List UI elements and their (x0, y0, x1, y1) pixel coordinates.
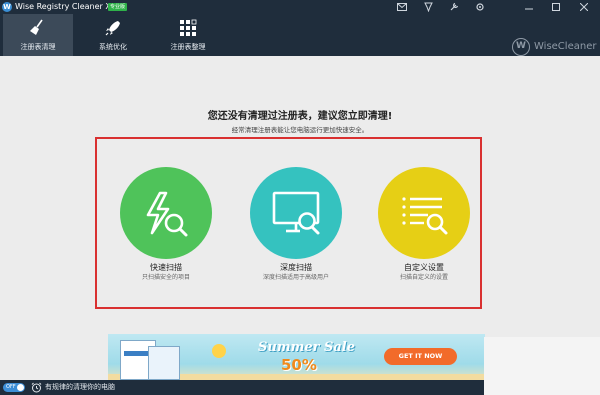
tab-label: 注册表清理 (20, 43, 56, 51)
quick-scan-button[interactable] (120, 167, 212, 259)
deep-scan-option[interactable]: 深度扫描 深度扫描适用于高级用户 (236, 167, 356, 297)
wisecleaner-logo: W (512, 38, 530, 56)
title-bar: W Wise Registry Cleaner X 专业版 (0, 0, 600, 14)
tab-registry-clean[interactable]: 注册表清理 (3, 14, 73, 56)
product-box-image (148, 346, 180, 380)
sun-icon (212, 344, 226, 358)
tab-registry-defrag[interactable]: 注册表整理 (153, 14, 223, 56)
page-subtitle: 经常清理注册表能让您电脑运行更加快速安全。 (231, 126, 369, 134)
tab-system-optimize[interactable]: 系统优化 (78, 14, 148, 56)
quick-scan-icon (146, 191, 188, 237)
skin-icon[interactable] (417, 0, 439, 14)
deep-scan-icon (272, 191, 320, 235)
page-title: 您还没有清理过注册表，建议您立即清理! (207, 111, 393, 122)
schedule-toggle[interactable]: OFF (3, 383, 25, 392)
minimize-icon[interactable] (518, 0, 540, 14)
custom-settings-title: 自定义设置 (404, 263, 444, 272)
alarm-clock-icon (31, 382, 42, 393)
edition-badge: 专业版 (108, 3, 128, 11)
banner-discount: 50% (281, 356, 317, 374)
custom-settings-desc: 扫描自定义的设置 (399, 274, 448, 281)
schedule-text: 有规律的清理你的电脑 (45, 383, 115, 391)
banner-sale-text: Summer Sale (258, 340, 356, 355)
quick-scan-option[interactable]: 快速扫描 只扫描安全的项目 (106, 167, 226, 297)
settings-icon[interactable] (469, 0, 491, 14)
get-it-now-button[interactable]: GET IT NOW (384, 348, 457, 365)
deep-scan-title: 深度扫描 (280, 263, 312, 272)
tab-label: 注册表整理 (170, 43, 206, 51)
tools-icon[interactable] (443, 0, 465, 14)
main-panel: 您还没有清理过注册表，建议您立即清理! 经常清理注册表能让您电脑运行更加快速安全… (0, 56, 600, 384)
maximize-icon[interactable] (545, 0, 567, 14)
quick-scan-title: 快速扫描 (150, 263, 182, 272)
broom-icon (30, 19, 43, 35)
mail-icon[interactable] (391, 0, 413, 14)
tab-label: 系统优化 (99, 43, 127, 51)
custom-settings-icon (402, 197, 448, 235)
quick-scan-desc: 只扫描安全的项目 (141, 274, 190, 281)
promo-banner[interactable]: Summer Sale 50% GET IT NOW (108, 334, 485, 384)
app-title: Wise Registry Cleaner X (15, 2, 111, 11)
brand-name: WiseCleaner (534, 41, 597, 52)
nav-bar: 注册表清理 系统优化 注册表整理 W WiseCleaner (0, 14, 600, 56)
deep-scan-desc: 深度扫描适用于高级用户 (262, 274, 329, 281)
rocket-icon (105, 21, 120, 36)
custom-settings-option[interactable]: 自定义设置 扫描自定义的设置 (364, 167, 484, 297)
close-icon[interactable] (573, 0, 595, 14)
blocks-icon (180, 19, 197, 36)
blank-overlay (484, 337, 600, 395)
custom-settings-button[interactable] (378, 167, 470, 259)
app-logo-icon: W (2, 2, 12, 12)
deep-scan-button[interactable] (250, 167, 342, 259)
